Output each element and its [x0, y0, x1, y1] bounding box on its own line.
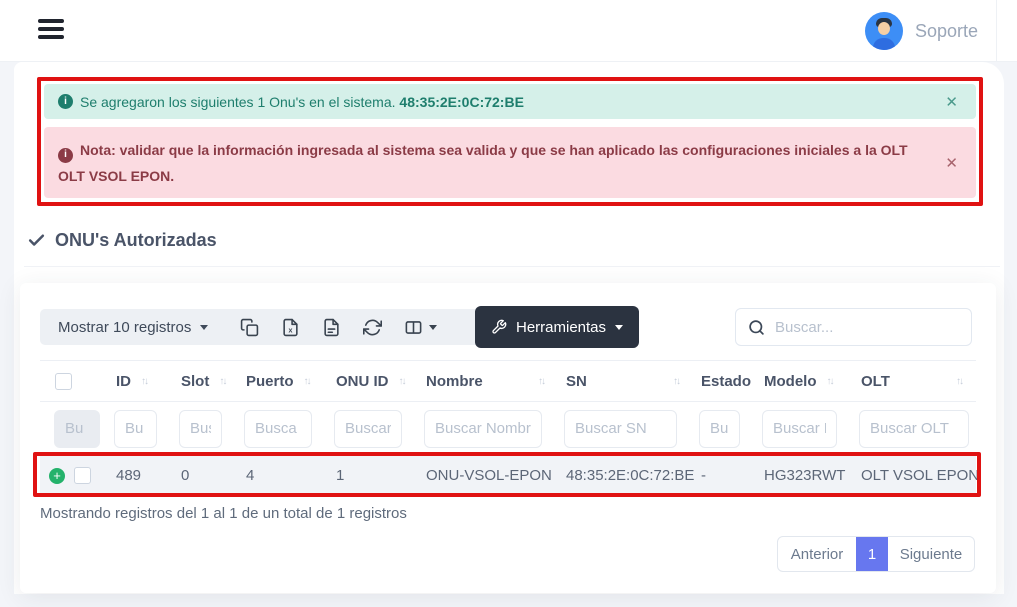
row-checkbox[interactable]	[74, 467, 91, 484]
onu-mac: 48:35:2E:0C:72:BE	[399, 94, 524, 110]
column-header-sn[interactable]: SN↑↓	[554, 373, 689, 390]
filter-sn[interactable]	[564, 410, 677, 448]
columns-icon	[404, 318, 423, 337]
top-header: Soporte	[0, 0, 1017, 62]
cell-puerto: 4	[234, 467, 324, 484]
pagination: Anterior 1 Siguiente	[777, 536, 975, 572]
column-header-modelo[interactable]: Modelo↑↓	[752, 373, 849, 390]
info-icon: i	[58, 94, 73, 109]
cell-id: 489	[104, 467, 169, 484]
copy-icon	[240, 318, 259, 337]
filter-nombre[interactable]	[424, 410, 542, 448]
search-box	[735, 308, 972, 346]
filter-select	[54, 410, 100, 448]
records-info: Mostrando registros del 1 al 1 de un tot…	[40, 505, 407, 522]
refresh-button[interactable]	[363, 318, 382, 337]
avatar	[865, 12, 903, 50]
cell-modelo: HG323RWT	[752, 467, 849, 484]
sort-icon: ↑↓	[538, 376, 544, 387]
toolbar: Mostrar 10 registros x Herramientas	[40, 309, 606, 345]
close-icon[interactable]: ✕	[945, 93, 958, 111]
cell-onu-id: 1	[324, 467, 414, 484]
info-icon: i	[58, 148, 73, 163]
user-menu[interactable]: Soporte	[849, 0, 997, 62]
chevron-down-icon	[200, 325, 208, 330]
table-row[interactable]: + 489 0 4 1 ONU-VSOL-EPON 48:35:2E:0C:72…	[40, 455, 976, 497]
sort-icon: ↑↓	[399, 376, 405, 387]
tools-button[interactable]: Herramientas	[475, 306, 639, 348]
table-card: Mostrar 10 registros x Herramientas	[20, 283, 996, 593]
column-header-id[interactable]: ID↑↓	[104, 373, 169, 390]
close-icon[interactable]: ✕	[945, 151, 958, 177]
filter-puerto[interactable]	[244, 410, 312, 448]
next-page-button[interactable]: Siguiente	[888, 537, 974, 571]
wrench-icon	[491, 319, 507, 335]
excel-icon: x	[281, 318, 300, 337]
prev-page-button[interactable]: Anterior	[778, 537, 856, 571]
refresh-icon	[363, 318, 382, 337]
sort-icon: ↑↓	[673, 376, 679, 387]
excel-export-button[interactable]: x	[281, 318, 300, 337]
filter-slot[interactable]	[179, 410, 222, 448]
svg-text:x: x	[289, 326, 293, 334]
hamburger-icon	[38, 19, 64, 23]
file-export-button[interactable]	[322, 318, 341, 337]
column-visibility-button[interactable]	[404, 318, 437, 337]
column-header-puerto[interactable]: Puerto↑↓	[234, 373, 324, 390]
cell-sn: 48:35:2E:0C:72:BE	[554, 467, 689, 484]
cell-estado: -	[689, 467, 752, 484]
menu-button[interactable]	[38, 19, 64, 43]
page-length-select[interactable]: Mostrar 10 registros	[40, 319, 218, 336]
table-filter-row	[40, 402, 976, 455]
sort-icon: ↑↓	[219, 376, 225, 387]
select-all-checkbox[interactable]	[55, 373, 72, 390]
current-page-button[interactable]: 1	[856, 537, 888, 571]
table-header-row: ID↑↓ Slot↑↓ Puerto↑↓ ONU ID↑↓ Nombre↑↓ S…	[40, 360, 976, 402]
expand-row-button[interactable]: +	[49, 468, 65, 484]
filter-onu-id[interactable]	[334, 410, 402, 448]
file-icon	[322, 318, 341, 337]
copy-button[interactable]	[240, 318, 259, 337]
column-header-nombre[interactable]: Nombre↑↓	[414, 373, 554, 390]
filter-olt[interactable]	[859, 410, 969, 448]
page: Soporte i Se agregaron los siguientes 1 …	[0, 0, 1017, 607]
column-header-onu-id[interactable]: ONU ID↑↓	[324, 373, 414, 390]
success-alert-text: Se agregaron los siguientes 1 Onu's en e…	[80, 94, 524, 110]
chevron-down-icon	[615, 325, 623, 330]
search-input[interactable]	[775, 319, 959, 336]
sort-icon: ↑↓	[141, 376, 147, 387]
divider	[24, 266, 1000, 267]
success-alert: i Se agregaron los siguientes 1 Onu's en…	[44, 84, 976, 119]
search-icon	[748, 319, 765, 336]
column-header-estado[interactable]: Estado	[689, 373, 752, 390]
sort-icon: ↑↓	[304, 376, 310, 387]
cell-slot: 0	[169, 467, 234, 484]
cell-olt: OLT VSOL EPON	[849, 467, 979, 484]
warning-alert: iNota: validar que la información ingres…	[44, 127, 976, 198]
filter-estado[interactable]	[699, 410, 740, 448]
check-icon	[27, 231, 46, 250]
user-name: Soporte	[915, 21, 978, 42]
column-header-olt[interactable]: OLT↑↓	[849, 373, 976, 390]
column-header-slot[interactable]: Slot↑↓	[169, 373, 234, 390]
sort-icon: ↑↓	[956, 376, 962, 387]
warning-alert-text: Nota: validar que la información ingresa…	[58, 142, 908, 184]
filter-id[interactable]	[114, 410, 157, 448]
chevron-down-icon	[429, 325, 437, 330]
sort-icon: ↑↓	[827, 376, 833, 387]
section-title: ONU's Autorizadas	[27, 230, 217, 251]
cell-nombre: ONU-VSOL-EPON	[414, 467, 554, 484]
filter-modelo[interactable]	[762, 410, 837, 448]
page-title: ONU's Autorizadas	[55, 230, 217, 251]
